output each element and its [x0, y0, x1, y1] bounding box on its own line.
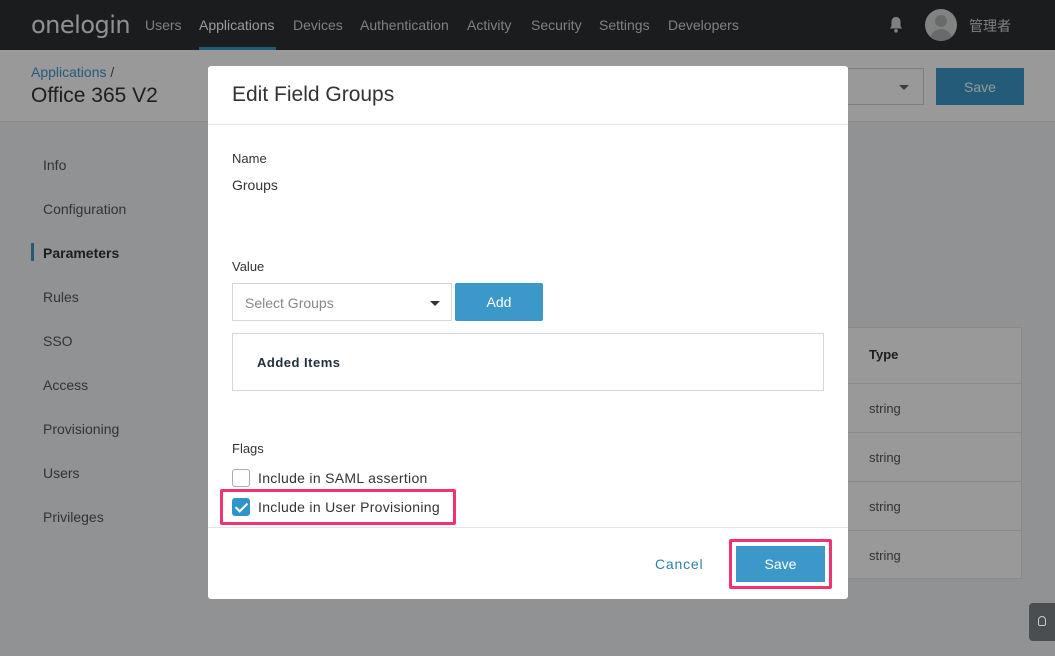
flags-label: Flags — [232, 441, 264, 456]
edit-field-groups-dialog: Edit Field Groups Name Groups Value Sele… — [208, 66, 848, 599]
saml-assertion-checkbox[interactable] — [232, 469, 250, 487]
lightbulb-icon — [1038, 616, 1046, 626]
select-groups-placeholder: Select Groups — [245, 295, 334, 311]
select-groups-dropdown[interactable]: Select Groups — [232, 283, 452, 321]
value-label: Value — [232, 259, 265, 274]
added-items-panel: Added Items — [232, 333, 824, 391]
saml-assertion-label[interactable]: Include in SAML assertion — [258, 470, 428, 486]
add-button[interactable]: Add — [455, 283, 543, 321]
name-value: Groups — [232, 177, 278, 193]
dialog-title: Edit Field Groups — [232, 83, 395, 106]
caret-down-icon — [430, 301, 440, 306]
cancel-button[interactable]: Cancel — [655, 556, 703, 572]
divider — [208, 124, 848, 125]
user-provisioning-checkbox[interactable] — [232, 498, 250, 516]
dialog-save-button[interactable]: Save — [736, 546, 825, 582]
user-provisioning-label[interactable]: Include in User Provisioning — [258, 499, 440, 515]
added-items-title: Added Items — [257, 355, 341, 370]
name-label: Name — [232, 151, 267, 166]
divider — [208, 527, 848, 528]
help-lightbulb-button[interactable] — [1029, 603, 1055, 641]
